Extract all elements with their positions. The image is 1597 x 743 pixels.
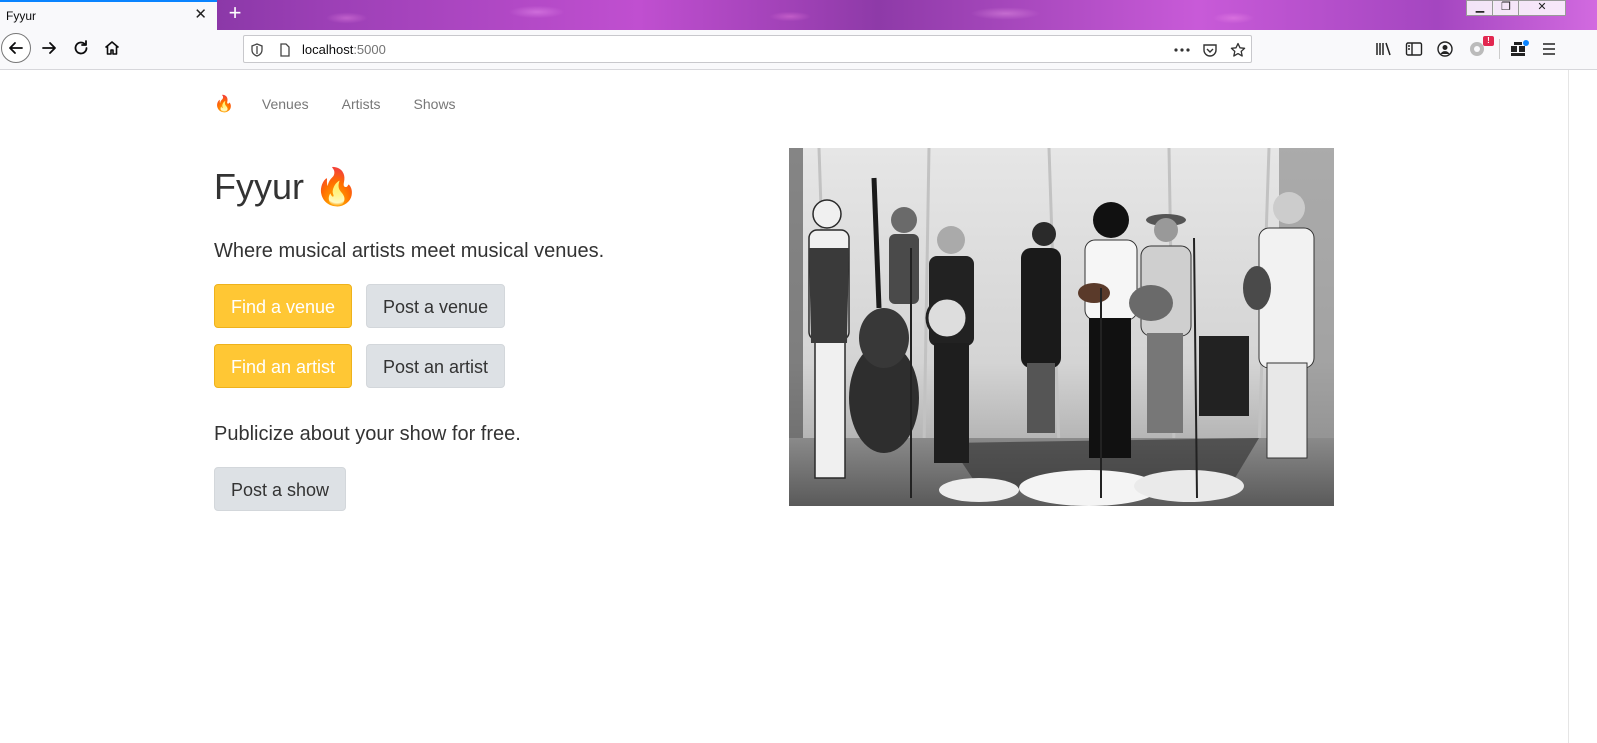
account-icon[interactable] [1435, 39, 1455, 59]
brand-logo[interactable]: 🔥 [214, 94, 234, 114]
back-icon [9, 42, 23, 54]
hero-photo [789, 148, 1334, 506]
window-maximize-button[interactable]: ❐ [1492, 0, 1520, 16]
home-button[interactable] [97, 33, 127, 63]
tab-title: Fyyur [6, 9, 36, 23]
site-navbar: 🔥 Venues Artists Shows [214, 94, 489, 114]
browser-tab[interactable]: Fyyur ✕ [0, 0, 217, 30]
back-button[interactable] [1, 33, 31, 63]
nav-link-shows[interactable]: Shows [414, 96, 456, 112]
window-close-button[interactable]: ✕ [1518, 0, 1566, 16]
find-venue-button[interactable]: Find a venue [214, 284, 353, 328]
window-minimize-button[interactable]: ▁ [1466, 0, 1494, 16]
more-icon[interactable] [1173, 41, 1191, 59]
new-tab-button[interactable]: + [224, 2, 246, 25]
forward-button[interactable] [34, 33, 64, 63]
home-icon [104, 41, 120, 55]
shield-icon[interactable] [248, 41, 266, 59]
reload-button[interactable] [66, 33, 96, 63]
theme-background [220, 0, 1487, 30]
url-port: :5000 [353, 42, 386, 57]
nav-link-artists[interactable]: Artists [342, 96, 381, 112]
browser-toolbar: localhost:5000 ! [0, 30, 1597, 70]
tab-bar: Fyyur ✕ + ▁ ❐ ✕ [0, 0, 1597, 30]
page-content: 🔥 Venues Artists Shows Fyyur 🔥 Where mus… [0, 70, 1568, 743]
forward-icon [42, 42, 56, 54]
tab-close-icon[interactable]: ✕ [194, 7, 207, 23]
update-dot [1523, 40, 1529, 46]
star-icon[interactable] [1229, 41, 1247, 59]
post-venue-button[interactable]: Post a venue [366, 284, 506, 328]
tagline: Where musical artists meet musical venue… [214, 240, 605, 262]
pocket-icon[interactable] [1201, 41, 1219, 59]
menu-icon[interactable] [1539, 39, 1559, 59]
notification-badge: ! [1483, 36, 1494, 46]
toolbar-divider [1499, 39, 1500, 59]
library-icon[interactable] [1374, 39, 1394, 59]
url-host: localhost [302, 42, 354, 57]
page-icon[interactable] [276, 41, 294, 59]
publicize-text: Publicize about your show for free. [214, 423, 521, 445]
nav-link-venues[interactable]: Venues [262, 96, 309, 112]
url-bar[interactable]: localhost:5000 [243, 35, 1252, 63]
page-title: Fyyur 🔥 [214, 166, 359, 207]
post-artist-button[interactable]: Post an artist [366, 344, 506, 388]
find-artist-button[interactable]: Find an artist [214, 344, 353, 388]
post-show-button[interactable]: Post a show [214, 467, 347, 511]
scrollbar[interactable] [1568, 70, 1597, 743]
url-text[interactable]: localhost:5000 [302, 42, 386, 57]
sidebar-icon[interactable] [1404, 39, 1424, 59]
reload-icon [74, 40, 88, 55]
